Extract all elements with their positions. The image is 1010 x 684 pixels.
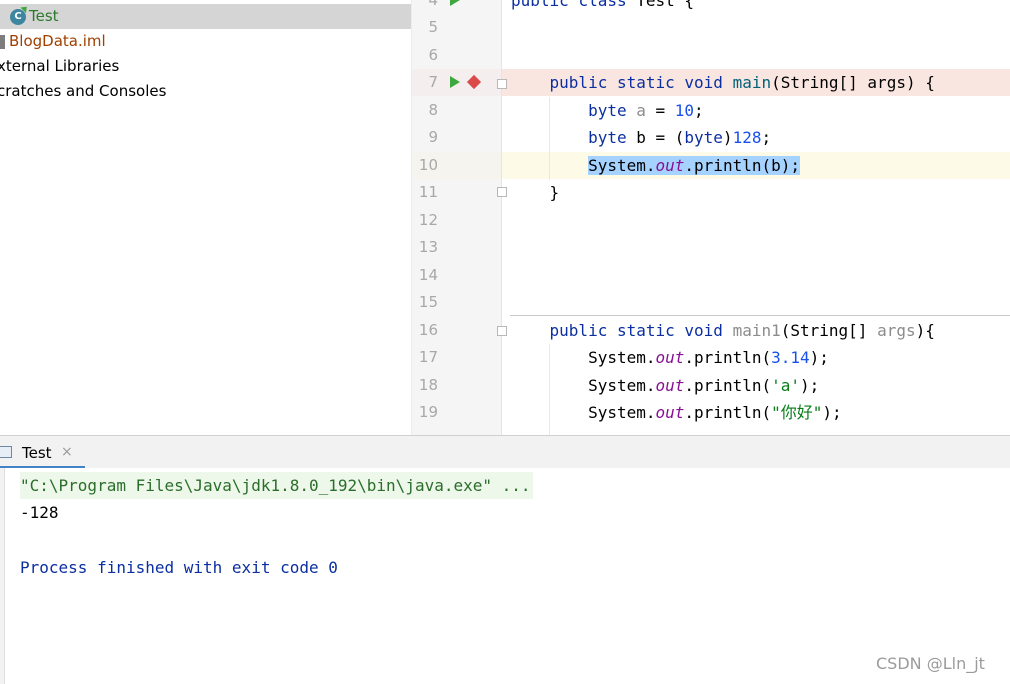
line-number: 8 <box>428 101 438 119</box>
fold-icon[interactable] <box>497 326 507 336</box>
code-line-7: public static void main(String[] args) { <box>549 73 935 92</box>
line-number: 5 <box>428 18 438 36</box>
line-number: 14 <box>418 266 438 284</box>
code-line-8: byte a = 10; <box>588 101 704 120</box>
gutter-divider <box>501 0 502 435</box>
line-number: 17 <box>418 348 438 366</box>
class-icon: C <box>10 3 30 25</box>
tree-item-label: BlogData.iml <box>9 32 106 50</box>
code-line-10: System.out.println(b); <box>511 152 800 179</box>
code-line-18: System.out.println('a'); <box>588 376 820 395</box>
code-line-19: System.out.println("你好"); <box>588 403 842 422</box>
run-main-icon[interactable] <box>450 76 460 88</box>
run-tab-label: Test <box>22 444 52 462</box>
code-editor[interactable]: 4 5 6 7 8 9 10 11 12 13 14 15 16 17 18 1… <box>411 0 1010 435</box>
close-icon[interactable]: × <box>61 444 73 460</box>
line-number: 4 <box>428 0 438 9</box>
line-number: 6 <box>428 46 438 64</box>
run-tool-window-header: Test × <box>0 435 1010 469</box>
tree-item-blogdata-iml[interactable]: BlogData.iml <box>0 29 106 54</box>
line-number: 15 <box>418 293 438 311</box>
tree-item-scratches[interactable]: cratches and Consoles <box>0 79 166 104</box>
line-number: 16 <box>418 321 438 339</box>
fold-icon[interactable] <box>497 187 507 197</box>
line-number: 11 <box>418 183 438 201</box>
code-line-17: System.out.println(3.14); <box>588 348 829 367</box>
tree-item-label: cratches and Consoles <box>0 82 167 100</box>
iml-file-icon <box>0 34 5 49</box>
method-separator <box>510 315 1010 316</box>
tree-item-test[interactable]: C Test <box>0 3 411 29</box>
console-output-line: -128 <box>20 503 59 522</box>
fold-icon[interactable] <box>497 79 507 89</box>
console-toolbar <box>0 468 5 684</box>
console-icon <box>0 446 12 458</box>
run-class-icon[interactable] <box>450 0 460 6</box>
line-number: 9 <box>428 128 438 146</box>
code-line-16: public static void main1(String[] args){ <box>549 321 935 340</box>
console-exit-message: Process finished with exit code 0 <box>20 558 338 577</box>
watermark: CSDN @Lln_jt <box>876 654 985 673</box>
tree-item-label: xternal Libraries <box>0 57 120 75</box>
project-tree-panel: C Test BlogData.iml xternal Libraries cra… <box>0 0 411 435</box>
line-number: 10 <box>418 156 438 174</box>
line-number: 19 <box>418 403 438 421</box>
tab-run-test[interactable]: Test × <box>0 436 85 469</box>
line-number: 12 <box>418 211 438 229</box>
line-number: 18 <box>418 376 438 394</box>
line-number: 13 <box>418 238 438 256</box>
tree-item-label: Test <box>29 7 59 25</box>
console-output[interactable]: "C:\Program Files\Java\jdk1.8.0_192\bin\… <box>0 468 1010 684</box>
tree-item-external-libraries[interactable]: xternal Libraries <box>0 54 119 79</box>
code-line-4: public class Test { <box>511 0 695 10</box>
console-command-line[interactable]: "C:\Program Files\Java\jdk1.8.0_192\bin\… <box>20 472 533 499</box>
line-number: 7 <box>428 73 438 91</box>
selected-text: System.out.println(b); <box>588 156 800 175</box>
code-line-9: byte b = (byte)128; <box>588 128 772 147</box>
code-line-11: } <box>549 183 560 202</box>
